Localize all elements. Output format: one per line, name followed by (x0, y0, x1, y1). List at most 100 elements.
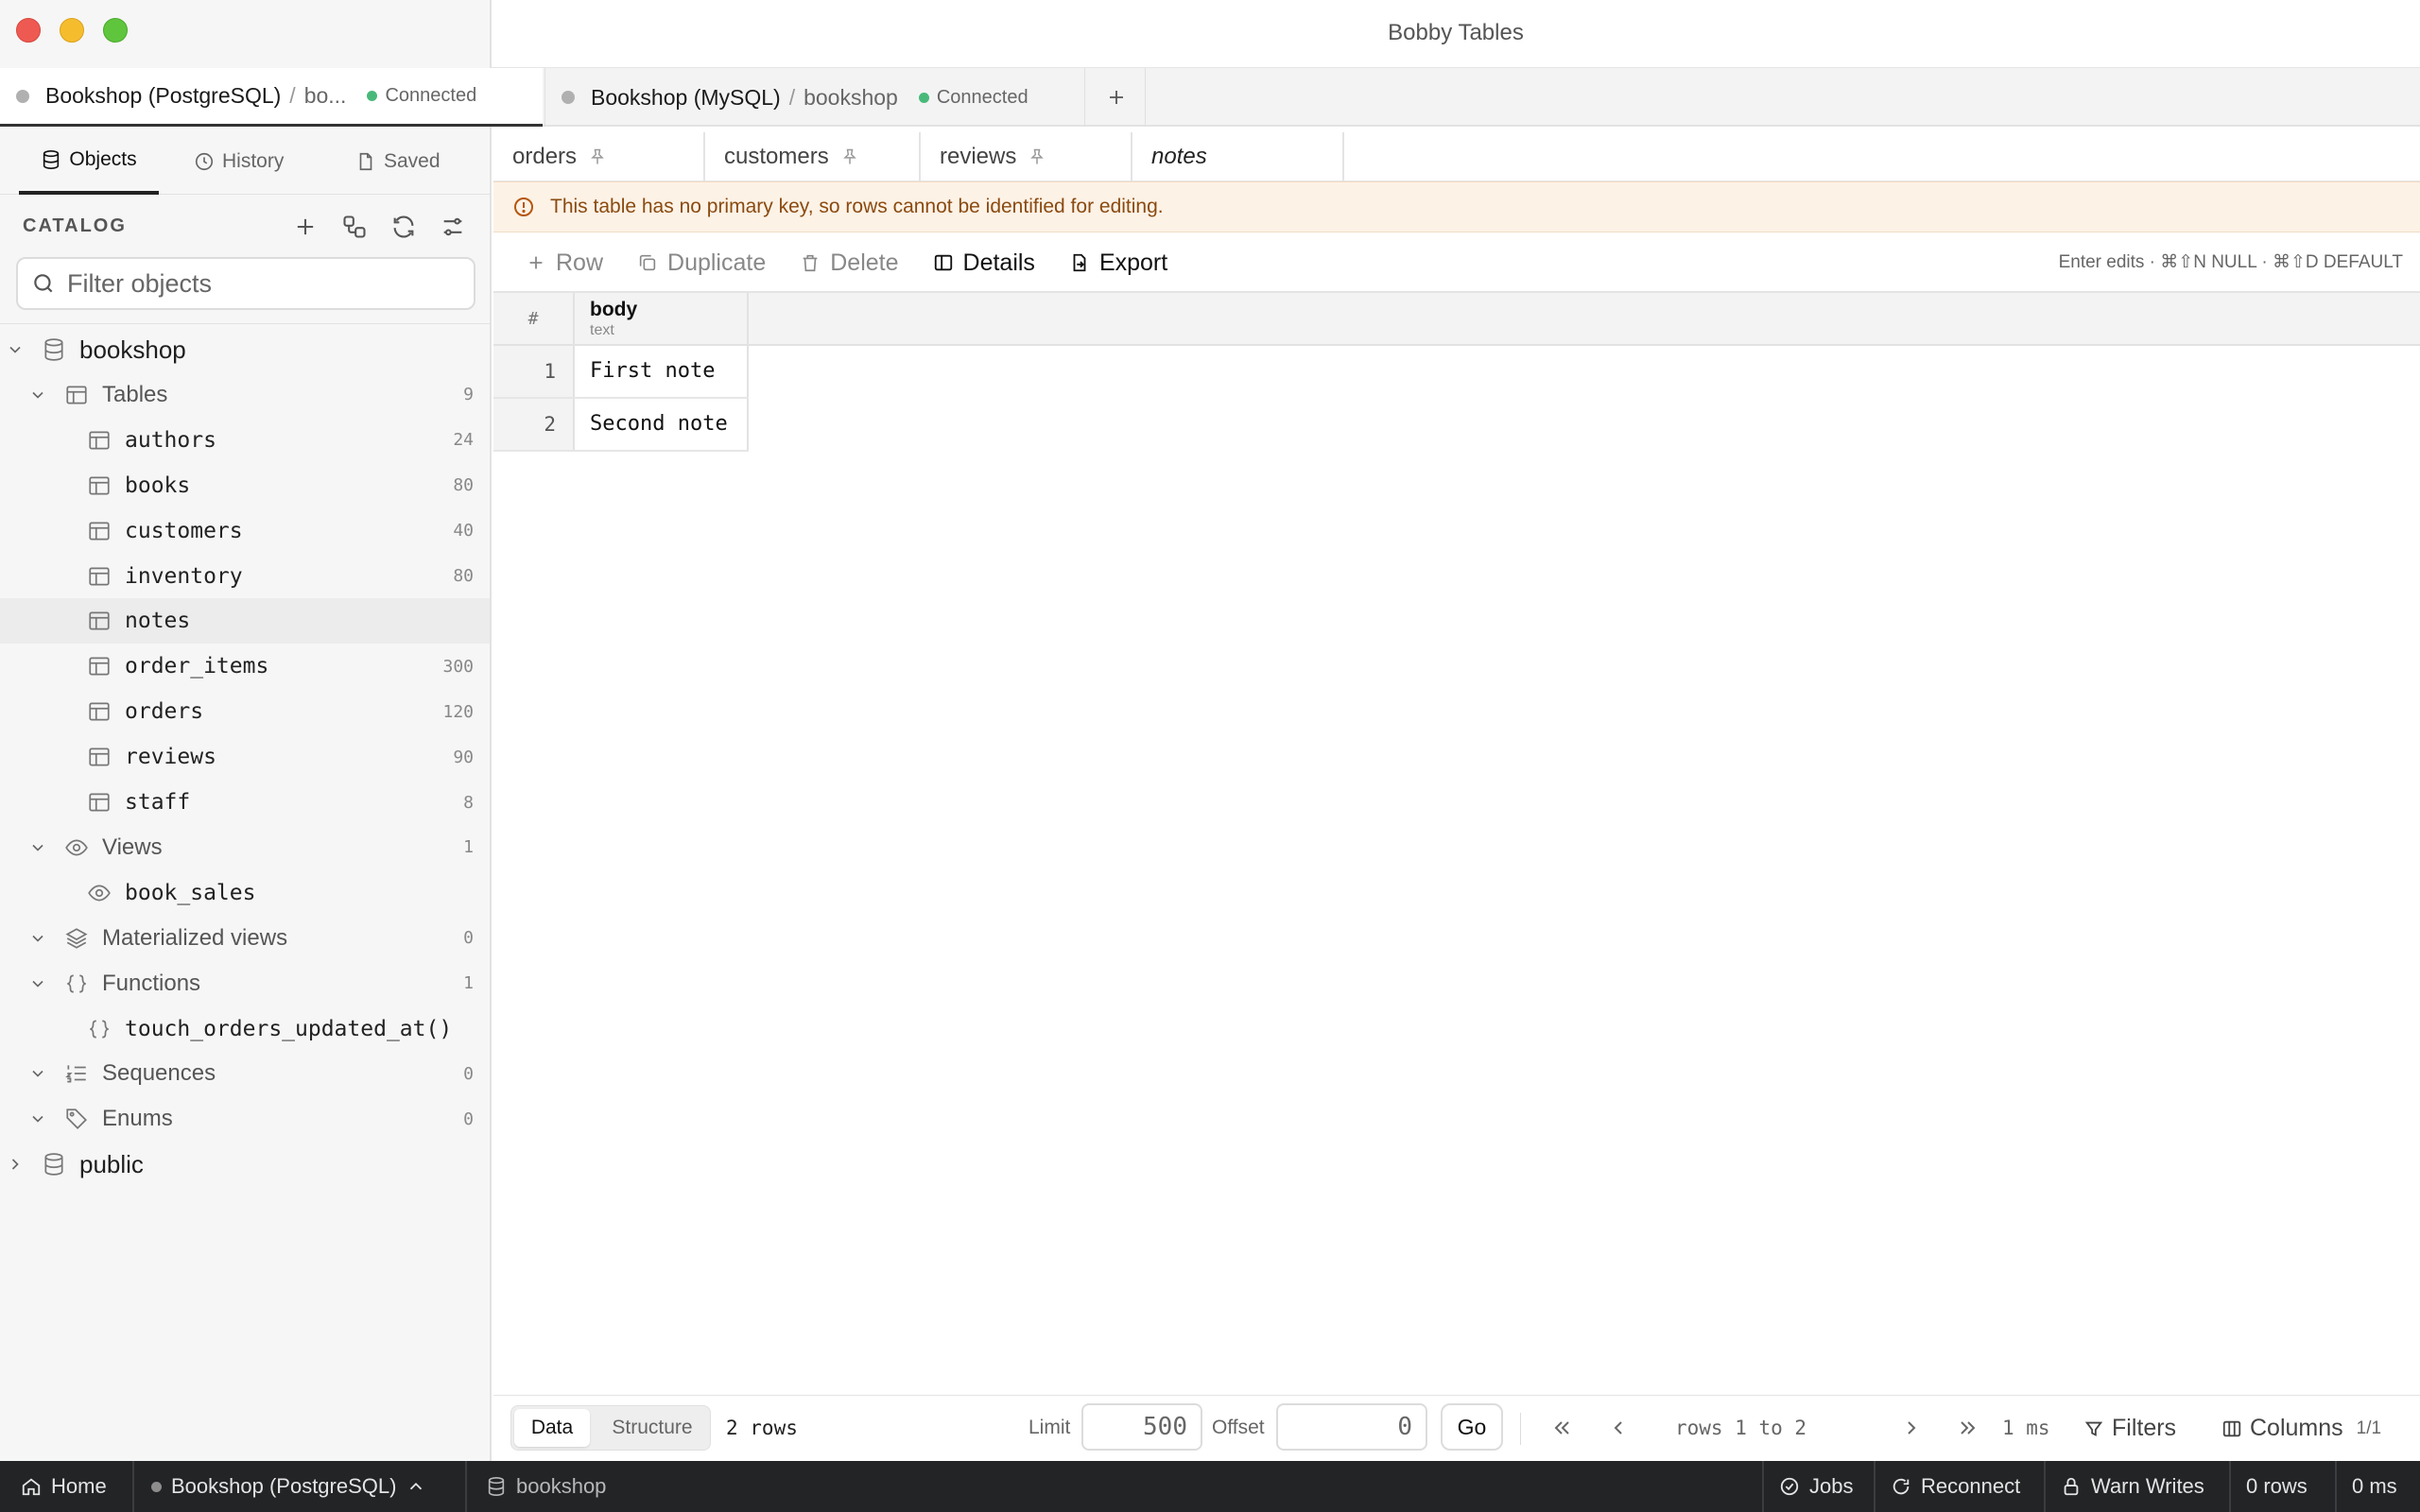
export-button[interactable]: Export (1069, 249, 1167, 277)
go-button[interactable]: Go (1441, 1403, 1503, 1451)
table-row[interactable]: 1 First note (493, 346, 749, 399)
next-page-icon[interactable] (1900, 1417, 1923, 1439)
chevron-down-icon[interactable] (28, 838, 47, 857)
pin-icon[interactable] (588, 147, 607, 166)
window-close-button[interactable] (16, 18, 41, 43)
chevron-down-icon[interactable] (6, 340, 25, 359)
tree-item-reviews[interactable]: reviews 90 (0, 734, 490, 780)
tree-item-touch-orders-updated-at[interactable]: touch_orders_updated_at() (0, 1006, 490, 1052)
table-cell[interactable]: First note (575, 346, 749, 397)
tree-item-customers[interactable]: customers 40 (0, 508, 490, 554)
pin-icon[interactable] (1028, 147, 1046, 166)
limit-input[interactable]: 500 (1081, 1403, 1202, 1451)
titlebar: Bobby Tables (492, 0, 2420, 68)
tree-item-label: customers (125, 518, 243, 543)
window-minimize-button[interactable] (60, 18, 84, 43)
chevron-down-icon[interactable] (28, 1064, 47, 1083)
warn-writes-toggle[interactable]: Warn Writes (2061, 1461, 2204, 1512)
lock-icon (2064, 1477, 2079, 1496)
diagram-icon[interactable] (341, 214, 368, 240)
table-icon (89, 793, 110, 812)
connection-tab-mysql[interactable]: Bookshop (MySQL) / bookshop Connected (544, 68, 1085, 127)
first-page-icon[interactable] (1550, 1417, 1573, 1439)
database-indicator[interactable]: bookshop (486, 1461, 606, 1512)
tree-item-label: touch_orders_updated_at() (125, 1016, 453, 1041)
tree-item-books[interactable]: books 80 (0, 463, 490, 508)
tree-item-tables[interactable]: Tables 9 (0, 372, 490, 418)
tab-customers[interactable]: customers (705, 132, 921, 181)
chevron-down-icon[interactable] (28, 1109, 47, 1128)
tree-item-materialized-views[interactable]: Materialized views 0 (0, 916, 490, 961)
rows-affected: 0 rows (2246, 1461, 2308, 1512)
filters-label: Filters (2112, 1415, 2177, 1441)
database-label: bookshop (516, 1474, 607, 1498)
jobs-button[interactable]: Jobs (1779, 1461, 1853, 1512)
tree-item-count: 80 (453, 566, 474, 586)
chevron-down-icon[interactable] (28, 974, 47, 993)
structure-view-button[interactable]: Structure (596, 1409, 708, 1447)
offset-input[interactable]: 0 (1276, 1403, 1427, 1451)
window-zoom-button[interactable] (103, 18, 128, 43)
sliders-icon[interactable] (440, 214, 466, 240)
duplicate-button[interactable]: Duplicate (637, 249, 766, 277)
table-icon (89, 566, 110, 586)
tree-item-book-sales[interactable]: book_sales (0, 870, 490, 916)
add-row-button[interactable]: Row (526, 249, 603, 277)
tab-reviews[interactable]: reviews (921, 132, 1132, 181)
tab-notes[interactable]: notes (1132, 132, 1344, 181)
previous-page-icon[interactable] (1607, 1417, 1630, 1439)
tree-item-views[interactable]: Views 1 (0, 825, 490, 870)
add-connection-button[interactable] (1087, 68, 1146, 127)
home-button[interactable]: Home (21, 1461, 107, 1512)
data-view-button[interactable]: Data (514, 1409, 590, 1447)
connection-tab-postgresql[interactable]: Bookshop (PostgreSQL) / bo... Connected (0, 68, 543, 127)
chevron-down-icon[interactable] (28, 929, 47, 948)
plus-icon[interactable] (292, 214, 319, 240)
tree-item-inventory[interactable]: inventory 80 (0, 554, 490, 599)
grid-header: # body text (493, 293, 2420, 346)
filter-box[interactable] (16, 257, 475, 310)
divider (1520, 1413, 1521, 1445)
column-header-body[interactable]: body text (575, 293, 749, 346)
connection-name: Bookshop (MySQL) (591, 84, 781, 110)
chevron-right-icon[interactable] (6, 1155, 25, 1174)
add-row-label: Row (556, 249, 604, 276)
details-button[interactable]: Details (933, 249, 1035, 277)
tree-item-sequences[interactable]: Sequences 0 (0, 1051, 490, 1096)
filters-button[interactable]: Filters (2083, 1415, 2176, 1442)
table-row[interactable]: 2 Second note (493, 399, 749, 452)
tab-history[interactable]: History (194, 129, 284, 195)
tree-item-staff[interactable]: staff 8 (0, 780, 490, 825)
tree-item-count: 24 (453, 430, 474, 451)
tree-item-authors[interactable]: authors 24 (0, 418, 490, 463)
export-icon (1073, 253, 1086, 272)
home-label: Home (51, 1474, 107, 1498)
tree-item-orders[interactable]: orders 120 (0, 689, 490, 734)
reconnect-button[interactable]: Reconnect (1891, 1461, 2020, 1512)
pin-icon[interactable] (840, 147, 859, 166)
keyboard-hint: Enter edits · ⌘⇧N NULL · ⌘⇧D DEFAULT (2058, 252, 2403, 272)
tree-item-order-items[interactable]: order_items 300 (0, 644, 490, 689)
tree-item-notes[interactable]: notes (0, 598, 490, 644)
offset-label: Offset (1212, 1417, 1265, 1438)
tree-item-functions[interactable]: Functions 1 (0, 961, 490, 1006)
export-label: Export (1098, 249, 1168, 276)
tab-objects-label: Objects (69, 148, 137, 170)
tree-item-public[interactable]: public (0, 1142, 490, 1187)
columns-button[interactable]: Columns 1/1 (2221, 1415, 2381, 1442)
last-page-icon[interactable] (1957, 1417, 1979, 1439)
tab-objects[interactable]: Objects (19, 129, 159, 195)
trash-icon (803, 254, 818, 272)
table-tabs: orders customers reviews notes (493, 132, 2420, 181)
filter-objects-input[interactable] (67, 268, 464, 299)
table-cell[interactable]: Second note (575, 399, 749, 450)
tree-item-enums[interactable]: Enums 0 (0, 1096, 490, 1142)
tree-item-bookshop[interactable]: bookshop (0, 327, 490, 372)
chevron-down-icon[interactable] (28, 386, 47, 404)
column-type: text (590, 322, 614, 338)
tab-saved[interactable]: Saved (355, 129, 441, 195)
tab-orders[interactable]: orders (493, 132, 705, 181)
refresh-icon[interactable] (390, 214, 417, 240)
delete-button[interactable]: Delete (800, 249, 899, 277)
connection-switcher[interactable]: Bookshop (PostgreSQL) (151, 1461, 426, 1512)
